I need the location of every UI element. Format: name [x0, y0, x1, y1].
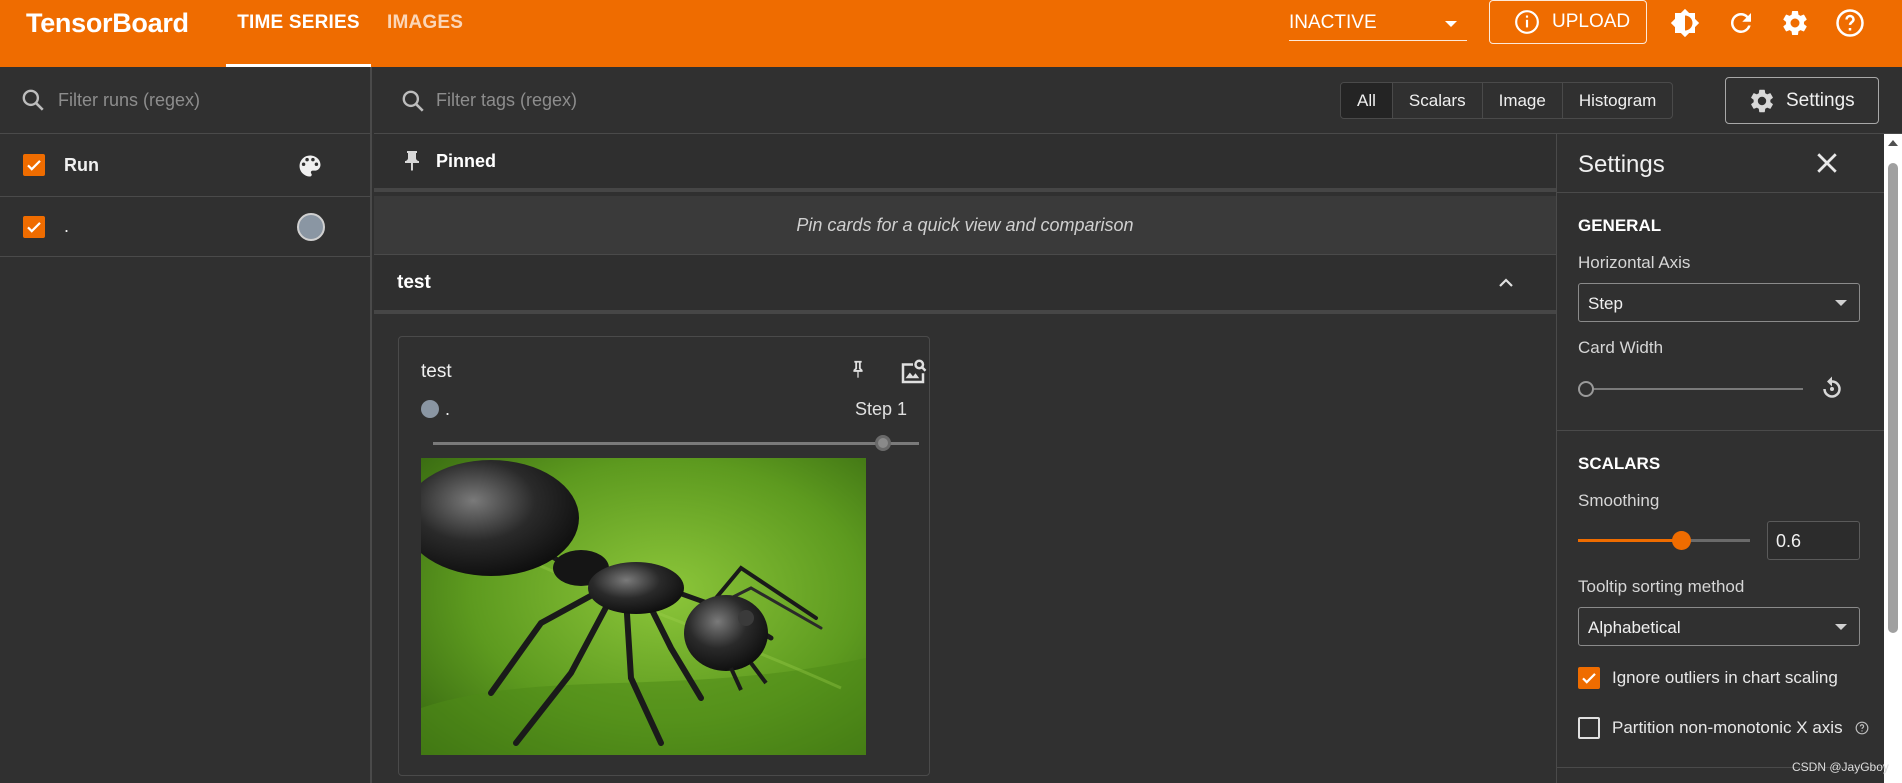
- upload-label: UPLOAD: [1552, 11, 1631, 32]
- step-slider-thumb[interactable]: [875, 435, 891, 451]
- horizontal-axis-label: Horizontal Axis: [1578, 253, 1691, 272]
- chevron-down-icon: [1835, 624, 1847, 630]
- card-title: test: [421, 361, 452, 382]
- runs-column-label: Run: [64, 154, 99, 175]
- ignore-outliers-checkbox[interactable]: [1578, 667, 1600, 689]
- checkmark-icon: [27, 221, 41, 233]
- type-filter-image[interactable]: Image: [1483, 83, 1563, 118]
- tooltip-sorting-value: Alphabetical: [1588, 618, 1681, 637]
- help-icon[interactable]: [1855, 721, 1869, 735]
- horizontal-axis-value: Step: [1588, 294, 1623, 313]
- gear-icon[interactable]: [1780, 8, 1810, 38]
- card-width-label: Card Width: [1578, 338, 1664, 357]
- pinned-title: Pinned: [436, 150, 497, 171]
- card-step-label: Step 1: [854, 399, 907, 419]
- partition-x-axis-checkbox[interactable]: [1578, 717, 1600, 739]
- upload-button[interactable]: UPLOAD: [1489, 0, 1647, 44]
- reload-icon[interactable]: [1726, 8, 1756, 38]
- step-slider-track[interactable]: [433, 442, 919, 445]
- smoothing-slider-thumb[interactable]: [1671, 531, 1691, 550]
- run-name: .: [64, 216, 70, 236]
- tensorboard-app: TensorBoard TIME SERIES IMAGES INACTIVE …: [0, 0, 1902, 783]
- reset-icon[interactable]: [1817, 374, 1847, 404]
- main-content: Pinned Pin cards for a quick view and co…: [374, 134, 1556, 783]
- ignore-outliers-option[interactable]: Ignore outliers in chart scaling: [1578, 667, 1838, 689]
- scroll-up-arrow-icon[interactable]: [1888, 140, 1898, 146]
- tooltip-sorting-select[interactable]: Alphabetical: [1578, 607, 1860, 646]
- pin-icon: [405, 151, 419, 171]
- card-width-slider-thumb[interactable]: [1578, 381, 1594, 397]
- card-run-name: .: [445, 399, 451, 419]
- settings-button-label: Settings: [1786, 89, 1855, 111]
- gear-icon: [1751, 89, 1773, 112]
- tag-group-title: test: [397, 271, 431, 293]
- settings-panel: Settings GENERAL Horizontal Axis Step Ca…: [1556, 134, 1885, 783]
- type-filter-scalars[interactable]: Scalars: [1393, 83, 1483, 118]
- scalars-section-heading: SCALARS: [1578, 454, 1661, 473]
- palette-icon[interactable]: [296, 152, 324, 180]
- app-title: TensorBoard: [26, 8, 189, 38]
- partition-x-axis-option[interactable]: Partition non-monotonic X axis: [1578, 717, 1869, 739]
- run-row[interactable]: .: [0, 197, 370, 257]
- settings-button[interactable]: Settings: [1725, 77, 1879, 124]
- chevron-down-icon: [1445, 21, 1457, 27]
- close-icon[interactable]: [1812, 148, 1842, 178]
- runs-filter-bar: [0, 67, 370, 134]
- settings-title: Settings: [1578, 151, 1665, 178]
- runs-header-row: Run: [0, 134, 370, 197]
- tags-filter-bar: [374, 67, 1036, 134]
- tab-time-series[interactable]: TIME SERIES: [226, 0, 371, 67]
- ignore-outliers-label: Ignore outliers in chart scaling: [1612, 668, 1838, 687]
- search-icon: [402, 90, 424, 112]
- checkmark-icon: [1582, 673, 1596, 684]
- tags-toolbar: All Scalars Image Histogram Settings: [374, 67, 1902, 134]
- settings-divider: [1557, 430, 1885, 431]
- plugin-type-filter: All Scalars Image Histogram: [1340, 82, 1674, 119]
- checkmark-icon: [27, 160, 41, 171]
- horizontal-axis-select[interactable]: Step: [1578, 283, 1860, 322]
- tag-group-header[interactable]: test: [374, 254, 1556, 314]
- partition-x-axis-label: Partition non-monotonic X axis: [1612, 718, 1843, 737]
- search-icon: [22, 89, 44, 111]
- tooltip-sorting-label: Tooltip sorting method: [1578, 577, 1745, 596]
- run-color-dot: [421, 400, 439, 418]
- runs-panel: Run .: [0, 67, 372, 783]
- ant-image: [421, 458, 866, 755]
- runs-filter-input[interactable]: [58, 89, 358, 111]
- card-width-slider-track[interactable]: [1585, 388, 1803, 390]
- help-icon[interactable]: [1835, 8, 1865, 38]
- reload-status-select[interactable]: INACTIVE: [1289, 8, 1467, 41]
- select-all-runs-checkbox[interactable]: [23, 154, 45, 176]
- run-checkbox[interactable]: [23, 215, 45, 238]
- ant-photo-illustration: [421, 458, 866, 755]
- reload-status-value: INACTIVE: [1289, 12, 1377, 33]
- chevron-down-icon: [1835, 300, 1847, 306]
- settings-scrollbar-thumb[interactable]: [1888, 163, 1898, 633]
- general-section-heading: GENERAL: [1578, 216, 1662, 235]
- chevron-up-icon[interactable]: [1494, 271, 1518, 295]
- theme-toggle-icon[interactable]: [1670, 8, 1700, 38]
- watermark-text: CSDN @JayGboy: [1792, 760, 1889, 774]
- tab-images[interactable]: IMAGES: [387, 0, 463, 67]
- image-card: test . Step 1: [398, 336, 930, 776]
- type-filter-histogram[interactable]: Histogram: [1563, 83, 1672, 118]
- type-filter-all[interactable]: All: [1341, 83, 1393, 118]
- smoothing-input[interactable]: 0.6: [1767, 521, 1860, 560]
- run-color-swatch[interactable]: [297, 213, 325, 241]
- smoothing-slider-fill: [1578, 539, 1682, 542]
- tags-filter-input[interactable]: [436, 90, 1036, 111]
- pinned-empty-message: Pin cards for a quick view and compariso…: [374, 196, 1556, 254]
- top-app-bar: TensorBoard TIME SERIES IMAGES INACTIVE …: [0, 0, 1902, 67]
- pinned-section-header: Pinned: [374, 134, 1556, 192]
- info-icon: [1515, 10, 1539, 34]
- smoothing-label: Smoothing: [1578, 491, 1660, 510]
- image-search-icon[interactable]: [898, 357, 928, 387]
- settings-header: Settings: [1557, 134, 1885, 193]
- pin-icon[interactable]: [847, 357, 869, 383]
